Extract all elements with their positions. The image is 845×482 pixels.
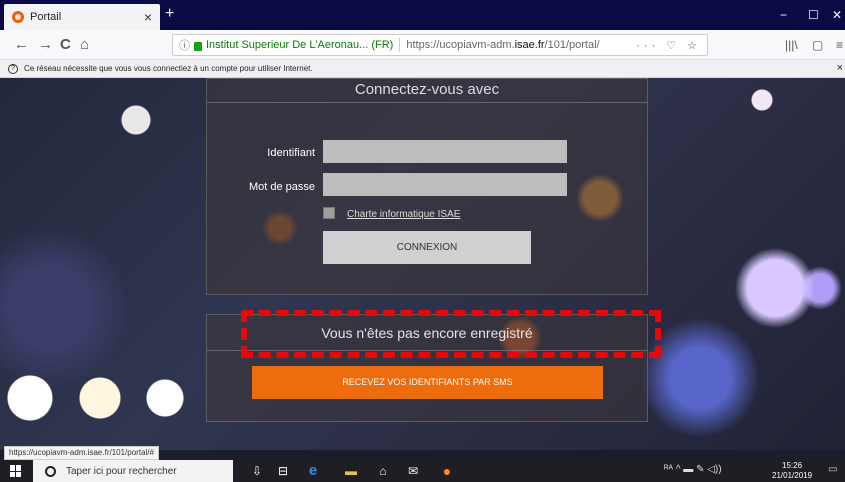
taskbar-clock[interactable]: 15:26 21/01/2019 [772, 461, 812, 481]
url-text: https://ucopiavm-adm.isae.fr/101/portal/ [406, 39, 600, 51]
charter-link[interactable]: Charte informatique ISAE [347, 209, 460, 220]
clock-time: 15:26 [782, 461, 803, 470]
browser-nav-bar: ← → C ⌂ ⓘ Institut Superieur De L'Aerona… [0, 30, 845, 60]
store-icon[interactable]: ⌂ [376, 464, 390, 478]
password-input[interactable] [323, 173, 567, 196]
connexion-button[interactable]: CONNEXION [323, 231, 531, 264]
system-tray-icons[interactable]: ᴿᴬ ^ ▬ ✎ ◁)) [664, 464, 722, 475]
reload-button[interactable]: C [60, 36, 71, 53]
cortana-icon [45, 465, 56, 477]
page-actions-icons[interactable]: ··· ♡ ☆ [636, 39, 701, 52]
username-input[interactable] [323, 140, 567, 163]
clock-date: 21/01/2019 [772, 471, 813, 480]
login-title: Connectez-vous avec [207, 79, 647, 103]
window-close-button[interactable]: ✕ [832, 8, 842, 22]
browser-tab-bar: Portail × + − ☐ ✕ [0, 0, 845, 30]
browser-tab-portail[interactable]: Portail × [4, 4, 160, 30]
captive-portal-infobar: ? Ce réseau nécessite que vous vous conn… [0, 60, 845, 78]
mail-icon[interactable]: ✉ [406, 464, 420, 478]
firefox-icon[interactable]: ● [440, 464, 454, 478]
menu-icon[interactable]: ≡ [836, 38, 843, 52]
sidebar-icon[interactable]: ▢ [812, 38, 823, 52]
window-maximize-button[interactable]: ☐ [808, 8, 819, 22]
windows-start-icon[interactable] [10, 465, 22, 477]
windows-taskbar: Taper ici pour rechercher ⇩ ⊟ e ▬ ⌂ ✉ ● … [0, 460, 845, 482]
username-label: Identifiant [267, 147, 315, 159]
notifications-icon[interactable]: ▭ [828, 464, 837, 475]
highlight-annotation-box [241, 310, 661, 358]
edge-icon[interactable]: e [306, 463, 320, 478]
microphone-icon[interactable]: ⇩ [250, 464, 264, 478]
forward-button[interactable]: → [38, 36, 53, 53]
back-button[interactable]: ← [14, 36, 29, 53]
portal-favicon-icon [12, 11, 24, 23]
search-placeholder: Taper ici pour rechercher [66, 465, 177, 477]
status-url: https://ucopiavm-adm.isae.fr/101/portal/… [4, 446, 159, 460]
window-minimize-button[interactable]: − [780, 8, 787, 22]
taskbar-search-box[interactable]: Taper ici pour rechercher [33, 460, 233, 482]
new-tab-button[interactable]: + [165, 6, 174, 22]
portal-page: Connectez-vous avec Identifiant Mot de p… [0, 78, 845, 450]
padlock-icon [194, 41, 202, 51]
password-label: Mot de passe [248, 181, 315, 193]
url-bar[interactable]: ⓘ Institut Superieur De L'Aeronau... (FR… [172, 34, 708, 56]
question-icon: ? [8, 63, 18, 74]
library-icon[interactable]: |||\ [785, 38, 798, 52]
charter-checkbox[interactable] [323, 207, 335, 219]
url-organization: Institut Superieur De L'Aeronau... (FR) [206, 39, 394, 51]
tab-close-icon[interactable]: × [144, 9, 152, 25]
site-info-icon[interactable]: ⓘ [179, 37, 190, 53]
home-button[interactable]: ⌂ [80, 36, 89, 53]
file-explorer-icon[interactable]: ▬ [344, 464, 358, 478]
infobar-message: Ce réseau nécessite que vous vous connec… [24, 64, 313, 73]
login-panel: Connectez-vous avec Identifiant Mot de p… [206, 78, 648, 295]
infobar-close-icon[interactable]: × [837, 62, 843, 74]
task-view-icon[interactable]: ⊟ [276, 464, 290, 478]
tab-title: Portail [30, 11, 62, 23]
url-separator [399, 38, 401, 52]
sms-credentials-button[interactable]: RECEVEZ VOS IDENTIFIANTS PAR SMS [252, 366, 603, 399]
